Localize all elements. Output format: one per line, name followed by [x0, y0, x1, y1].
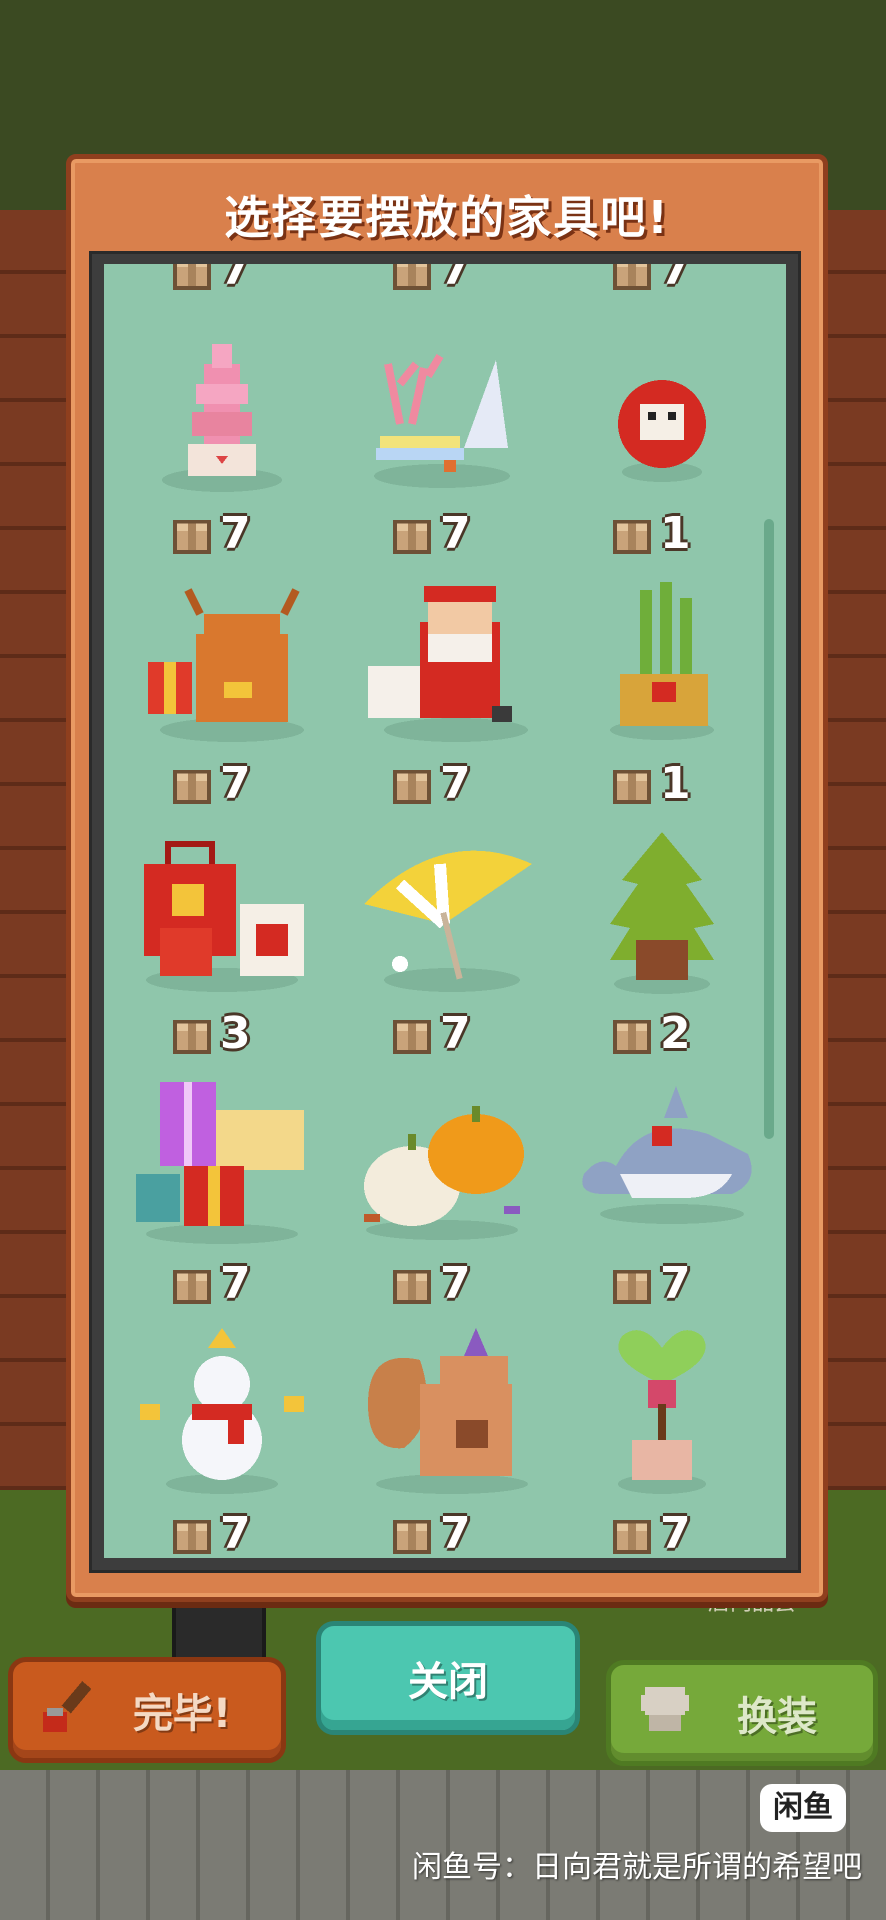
- item-count: 7: [660, 1508, 691, 1558]
- box-icon: [172, 516, 212, 554]
- xianyu-logo: 闲鱼: [760, 1784, 846, 1832]
- furniture-item-daruma-doll[interactable]: 1: [552, 324, 772, 574]
- daruma-doll-icon: [572, 324, 752, 504]
- heart-topiary-icon: [572, 1324, 752, 1504]
- box-icon: [172, 1266, 212, 1304]
- box-icon: [392, 1016, 432, 1054]
- item-count: 7: [440, 1258, 471, 1309]
- furniture-item-heart-topiary[interactable]: 7: [552, 1324, 772, 1558]
- box-icon: [392, 1516, 432, 1554]
- modal-title: 选择要摆放的家具吧!: [224, 191, 670, 244]
- coral-and-shell-icon: [352, 324, 532, 504]
- item-count-row: 2: [552, 1008, 772, 1064]
- item-count: 7: [440, 264, 471, 295]
- item-count: 7: [220, 508, 251, 559]
- furniture-item-lucky-bags[interactable]: 3: [112, 824, 332, 1074]
- furniture-item-kadomatsu[interactable]: 1: [552, 574, 772, 824]
- furniture-item-santa-claus[interactable]: 7: [332, 574, 552, 824]
- item-count: 7: [440, 1008, 471, 1059]
- item-count-row: 1: [552, 758, 772, 814]
- box-icon: [172, 1016, 212, 1054]
- furniture-item-pink-cake-stand[interactable]: 7: [112, 324, 332, 574]
- squirrel-icon: [352, 1324, 532, 1504]
- box-icon: [612, 264, 652, 290]
- item-count: 7: [660, 264, 691, 295]
- furniture-select-modal: 选择要摆放的家具吧! 7 7 7 7 7 1 7 7 1 3 7 2 7 7 7 7 7 7: [66, 154, 828, 1602]
- item-count-row: 7: [112, 508, 332, 564]
- done-button-label: 完毕!: [132, 1691, 232, 1737]
- item-count-row: 3: [112, 1008, 332, 1064]
- furniture-item-gift-boxes[interactable]: 7: [112, 1074, 332, 1324]
- box-icon: [612, 1516, 652, 1554]
- item-count-row: 1: [552, 508, 772, 564]
- reindeer-plush-icon: [132, 574, 312, 754]
- furniture-item-beach-parasol[interactable]: 7: [332, 824, 552, 1074]
- box-icon: [172, 264, 212, 290]
- item-count: 3: [220, 1008, 251, 1059]
- beach-parasol-icon: [352, 824, 532, 1004]
- close-button-label: 关闭: [408, 1659, 488, 1705]
- furniture-item-shark-plush[interactable]: 7: [552, 1074, 772, 1324]
- furniture-grid[interactable]: 7 7 7 7 7 1 7 7 1 3 7 2 7 7 7 7 7 7: [104, 264, 786, 1558]
- item-count-row: 7: [332, 508, 552, 564]
- item-count-row: 7: [112, 1258, 332, 1314]
- item-count: 7: [440, 758, 471, 809]
- item-count: 1: [660, 758, 691, 809]
- furniture-grid-frame: 7 7 7 7 7 1 7 7 1 3 7 2 7 7 7 7 7 7: [89, 251, 801, 1573]
- item-count: 1: [660, 508, 691, 559]
- item-count-row: 7: [332, 1508, 552, 1558]
- box-icon: [392, 516, 432, 554]
- item-count-row: 7: [552, 1508, 772, 1558]
- item-count-row: 7: [332, 1008, 552, 1064]
- item-count: 7: [440, 1508, 471, 1558]
- change-outfit-label: 换装: [737, 1694, 817, 1740]
- item-count-row: 7: [112, 1508, 332, 1558]
- item-count: 2: [660, 1008, 691, 1059]
- furniture-item-snowman[interactable]: 7: [112, 1324, 332, 1558]
- lucky-bags-icon: [132, 824, 312, 1004]
- item-count: 7: [220, 1258, 251, 1309]
- done-button[interactable]: 完毕!: [8, 1657, 286, 1763]
- background-shelf-left: [0, 210, 70, 1490]
- item-count-row: 7: [332, 758, 552, 814]
- close-button[interactable]: 关闭: [316, 1621, 580, 1735]
- box-icon: [612, 516, 652, 554]
- pumpkins-icon: [352, 1074, 532, 1254]
- item-count-row: 7: [552, 1258, 772, 1314]
- box-icon: [392, 264, 432, 290]
- watermark-text: 闲鱼号：日向君就是所谓的希望吧: [412, 1850, 862, 1885]
- furniture-item-reindeer-plush[interactable]: 7: [112, 574, 332, 824]
- pink-cake-stand-icon: [132, 324, 312, 504]
- box-icon: [172, 766, 212, 804]
- item-count-row: 7: [332, 1258, 552, 1314]
- box-icon: [392, 1266, 432, 1304]
- kadomatsu-icon: [572, 574, 752, 754]
- furniture-item-pumpkins[interactable]: 7: [332, 1074, 552, 1324]
- box-icon: [392, 766, 432, 804]
- box-icon: [612, 1016, 652, 1054]
- item-count: 7: [220, 1508, 251, 1558]
- change-outfit-button[interactable]: 换装: [606, 1660, 878, 1766]
- item-count: 7: [220, 264, 251, 295]
- potted-tree-icon: [572, 824, 752, 1004]
- item-count: 7: [220, 758, 251, 809]
- box-icon: [172, 1516, 212, 1554]
- santa-claus-icon: [352, 574, 532, 754]
- furniture-item-coral-and-shell[interactable]: 7: [332, 324, 552, 574]
- box-icon: [612, 766, 652, 804]
- snowman-icon: [132, 1324, 312, 1504]
- gift-boxes-icon: [132, 1074, 312, 1254]
- item-count: 7: [660, 1258, 691, 1309]
- item-count-row: 7: [112, 758, 332, 814]
- item-count: 7: [440, 508, 471, 559]
- box-icon: [612, 1266, 652, 1304]
- furniture-item-squirrel[interactable]: 7: [332, 1324, 552, 1558]
- shark-plush-icon: [572, 1074, 752, 1254]
- furniture-item-potted-tree[interactable]: 2: [552, 824, 772, 1074]
